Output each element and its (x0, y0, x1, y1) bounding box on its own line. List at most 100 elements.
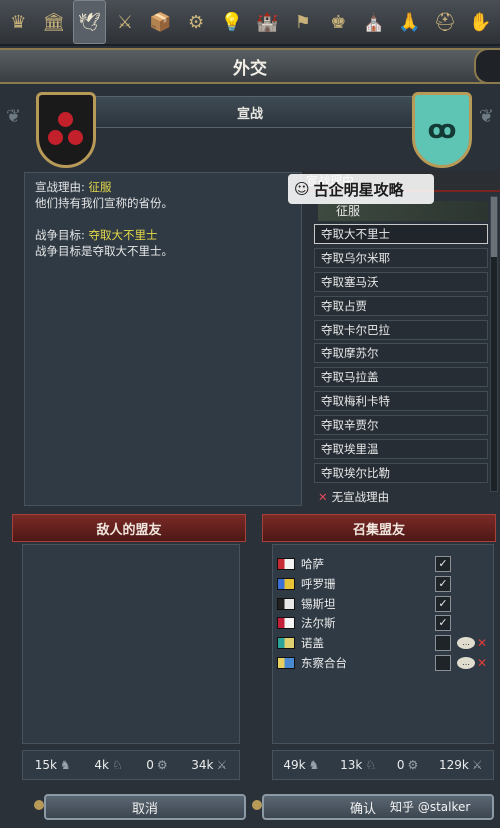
cross-icon: ✕ (318, 490, 328, 504)
ally-infantry: 49k (283, 758, 306, 772)
goal-value: 夺取大不里士 (88, 228, 158, 242)
ally-total: 129k (439, 758, 469, 772)
cb-list-item[interactable]: 夺取摩苏尔 (314, 343, 488, 364)
declare-war-header: 宣战 (48, 96, 452, 128)
enemy-allies-banner: 敌人的盟友 (12, 514, 246, 542)
button-stud (252, 800, 262, 810)
window-title-banner: 外交 (0, 48, 500, 84)
ally-checkbox[interactable]: ✓ (435, 615, 451, 632)
cb-description: 他们持有我们宣称的省份。 (35, 196, 173, 210)
ally-checkbox[interactable]: ✓ (435, 595, 451, 612)
gears-icon[interactable]: ⚙ (180, 2, 213, 42)
court-icon[interactable]: 🏛 (38, 2, 71, 42)
enemy-artillery: 0 (146, 758, 154, 772)
credit-watermark: 知乎 @stalker (390, 800, 471, 814)
target-shield-icon[interactable]: ꝏ (412, 92, 472, 168)
cb-list-item[interactable]: 夺取乌尔米耶 (314, 247, 488, 268)
declined-cross-icon: ✕ (477, 636, 488, 651)
ally-name: 哈萨 (301, 557, 324, 571)
dove-icon[interactable]: 🕊 (73, 0, 106, 44)
artillery-icon: ⚙ (407, 758, 419, 772)
ally-checkbox[interactable] (435, 654, 451, 671)
no-cb-option[interactable]: ✕ 无宣战理由 (314, 488, 488, 506)
artillery-icon: ⚙ (156, 758, 168, 772)
cb-line: 宣战理由: 征服 (35, 179, 291, 195)
enemy-total: 34k (191, 758, 214, 772)
ally-row: 呼罗珊 ✓ (277, 575, 489, 593)
cavalry-icon: ♘ (365, 758, 377, 772)
ally-artillery: 0 (396, 758, 405, 772)
enemy-strength-bar: 15k ♞ 4k ♘ 0 ⚙ 34k ⚔ (22, 750, 240, 780)
banner-corner-right (474, 48, 500, 84)
country-flag-icon (277, 577, 295, 590)
cancel-label: 取消 (131, 801, 158, 817)
ally-name: 法尔斯 (301, 616, 336, 631)
ally-checkbox[interactable]: ✓ (435, 575, 451, 592)
ally-name: 东察合台 (301, 655, 347, 670)
infantry-icon: ♞ (308, 758, 320, 772)
cb-list-item[interactable]: 夺取辛贾尔 (314, 415, 488, 436)
cancel-button[interactable]: 取消 (44, 794, 246, 820)
call-allies-title: 召集盟友 (352, 522, 405, 538)
watermark-text: 古企明星攻略 (313, 180, 404, 199)
ally-row: 法尔斯 ✓ (277, 614, 489, 632)
army-icon[interactable]: ⚔ (109, 2, 142, 42)
cb-list-item[interactable]: 夺取梅利卡特 (314, 391, 488, 412)
cb-label: 宣战理由: (35, 180, 89, 194)
speech-bubble-icon: ... (457, 656, 475, 669)
helmet-icon[interactable]: ⛑ (429, 2, 462, 42)
flag-icon[interactable]: ⚑ (287, 2, 320, 42)
country-flag-icon (277, 617, 295, 630)
ally-row: 东察合台... ✕ (277, 654, 489, 672)
hand-icon[interactable]: ✋ (464, 2, 497, 42)
army-total-icon: ⚔ (216, 758, 228, 772)
cavalry-icon: ♘ (111, 758, 123, 772)
army-total-icon: ⚔ (471, 758, 483, 772)
ally-checkbox[interactable] (435, 635, 451, 652)
cb-list-item[interactable]: 夺取占贾 (314, 295, 488, 316)
bulb-icon[interactable]: 💡 (215, 2, 248, 42)
ally-cavalry: 13k (340, 758, 363, 772)
crown-icon[interactable]: ♛ (2, 2, 35, 42)
enemy-allies-list (22, 544, 240, 744)
cb-list-item[interactable]: 夺取马拉盖 (314, 367, 488, 388)
knot-emblem-icon: ꝏ (427, 115, 457, 145)
trade-icon[interactable]: 📦 (144, 2, 177, 42)
scrollbar-thumb[interactable] (491, 197, 497, 257)
ally-row: 诺盖... ✕ (277, 634, 489, 652)
no-cb-label: 无宣战理由 (331, 490, 390, 504)
enemy-cavalry: 4k (94, 758, 109, 772)
confirm-label: 确认 (350, 801, 377, 817)
button-stud (34, 800, 44, 810)
goal-description: 战争目标是夺取大不里士。 (35, 244, 173, 258)
cb-info-panel: 宣战理由: 征服 他们持有我们宣称的省份。 战争目标: 夺取大不里士 战争目标是… (24, 172, 302, 506)
cb-list-item[interactable]: 夺取塞马沃 (314, 271, 488, 292)
window-title: 外交 (233, 58, 267, 79)
attacker-shield-icon[interactable] (36, 92, 96, 168)
cb-list-item[interactable]: 夺取卡尔巴拉 (314, 319, 488, 340)
ally-checkbox[interactable]: ✓ (435, 556, 451, 572)
country-flag-icon (277, 597, 295, 610)
enemy-allies-title: 敌人的盟友 (96, 522, 162, 538)
ally-row: 锡斯坦 ✓ (277, 595, 489, 613)
crown-small-icon[interactable]: ♚ (322, 2, 355, 42)
church-icon[interactable]: ⛪ (358, 2, 391, 42)
ornament-right-icon: ❦ (478, 106, 494, 127)
cb-list-item[interactable]: 夺取埃尔比勒 (314, 462, 488, 483)
ornament-left-icon: ❦ (6, 106, 22, 127)
enemy-infantry: 15k (34, 758, 57, 772)
cb-list-item[interactable]: 夺取埃里温 (314, 439, 488, 460)
cb-scrollbar[interactable] (490, 196, 498, 492)
buildings-icon[interactable]: 🏰 (251, 2, 284, 42)
goal-label: 战争目标: (35, 228, 89, 242)
country-flag-icon (277, 637, 295, 650)
country-flag-icon (277, 656, 295, 669)
cb-list-item[interactable]: 夺取大不里士 (314, 224, 488, 244)
watermark-logo-icon: ☺ (294, 180, 310, 198)
prayer-icon[interactable]: 🙏 (393, 2, 426, 42)
declined-cross-icon: ✕ (477, 655, 488, 670)
cb-value: 征服 (88, 180, 112, 194)
cb-category-header[interactable]: 征服 (318, 201, 488, 221)
declare-war-title: 宣战 (236, 106, 263, 122)
allied-strength-bar: 49k ♞ 13k ♘ 0 ⚙ 129k ⚔ (272, 750, 494, 780)
